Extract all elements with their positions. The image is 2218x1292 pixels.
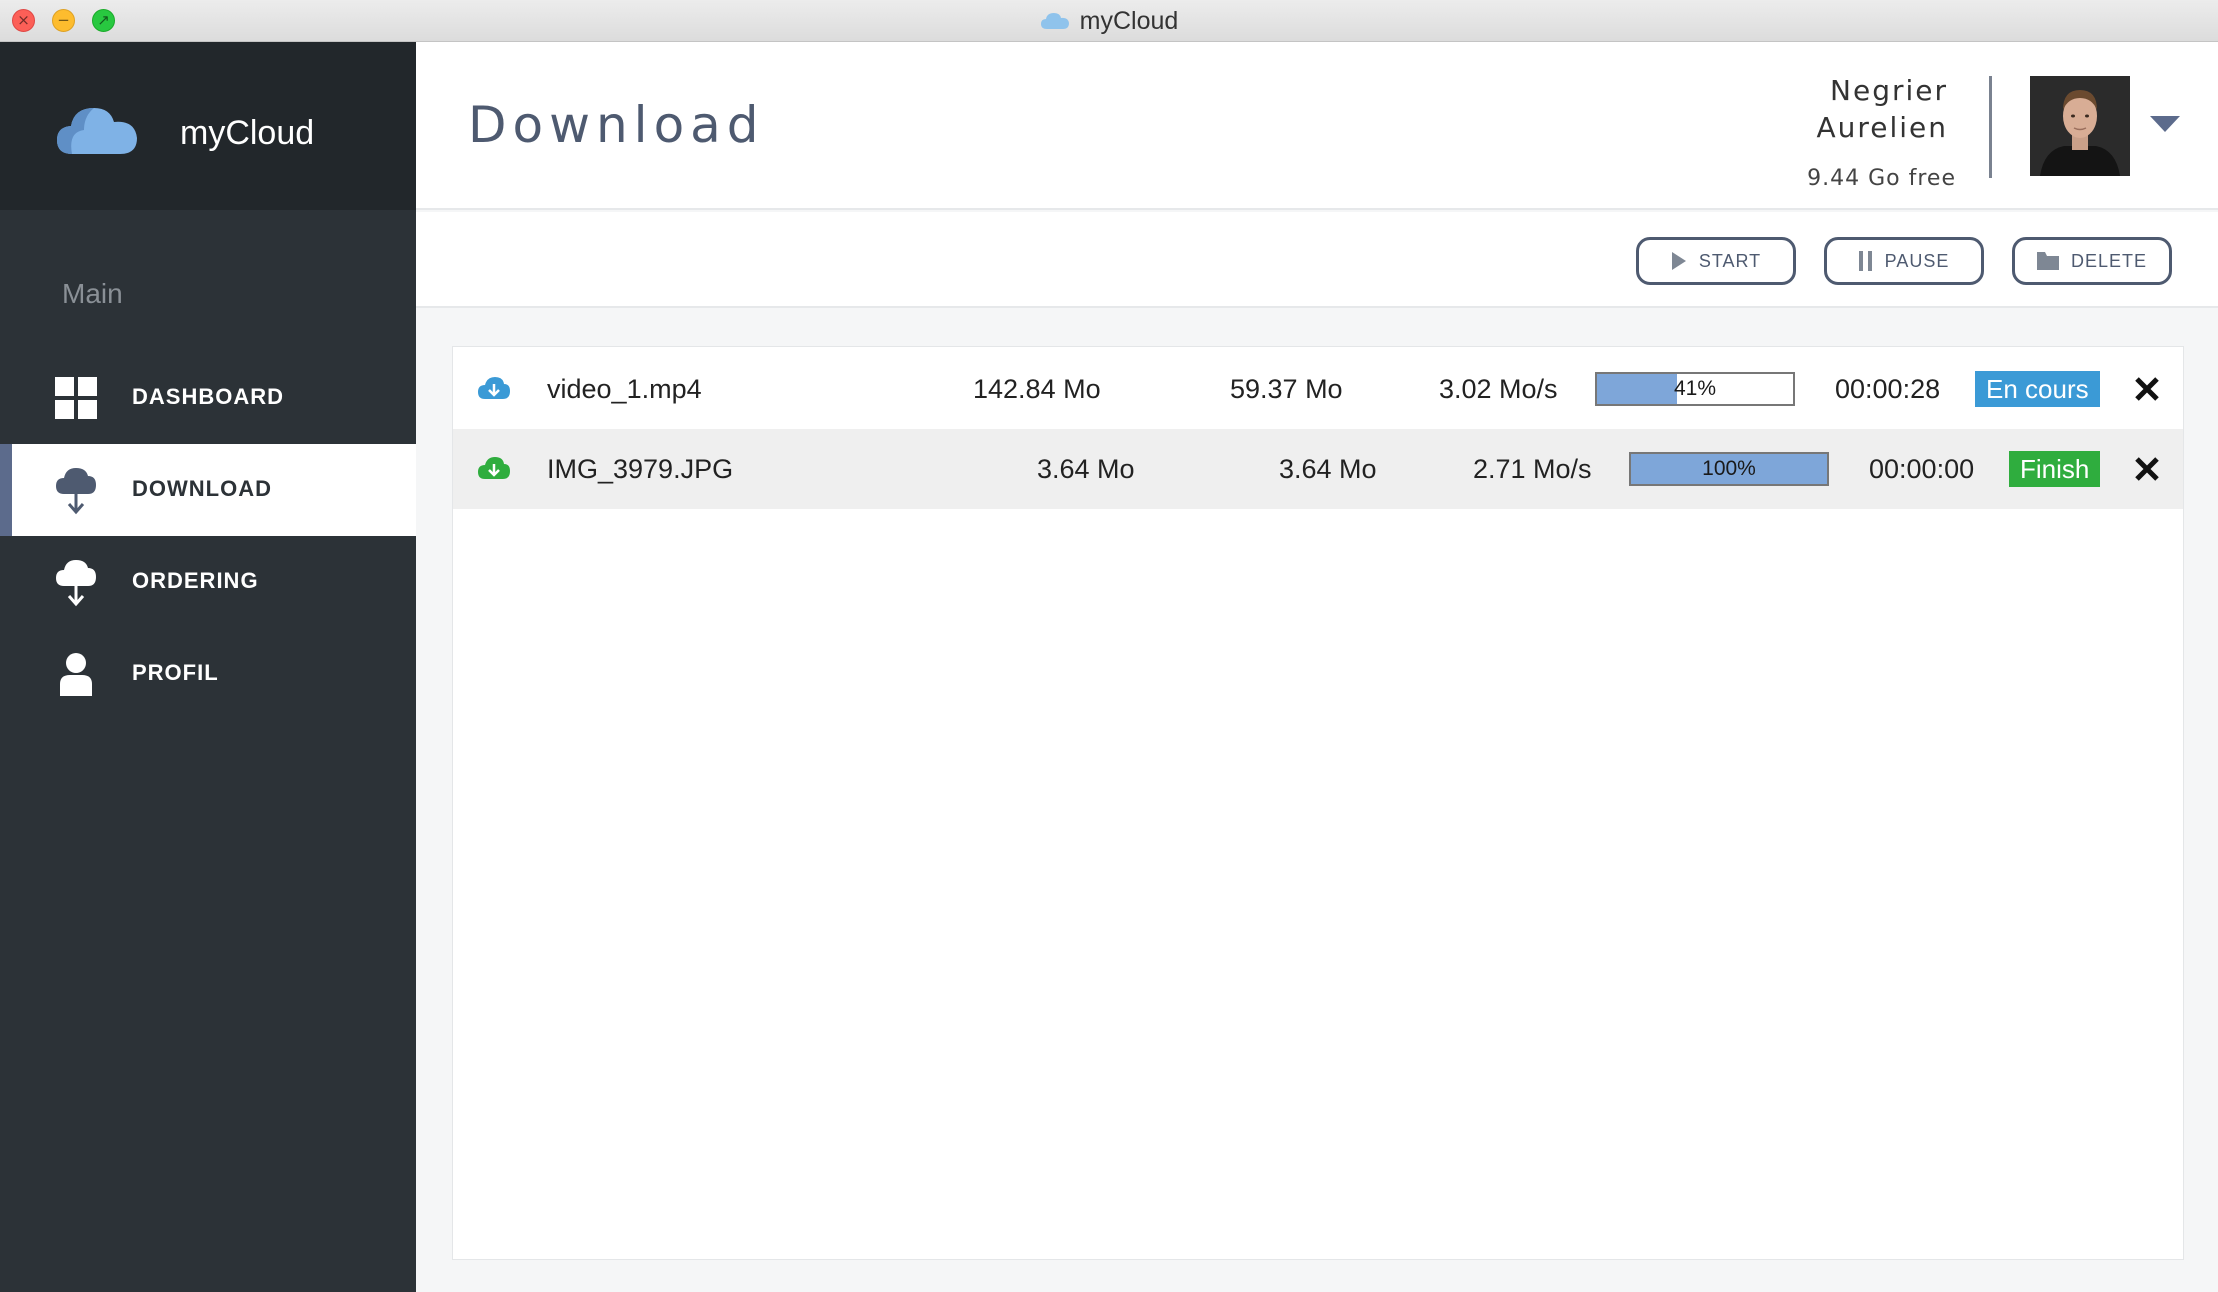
download-speed: 2.71 Mo/s bbox=[1473, 454, 1592, 484]
time-remaining: 00:00:00 bbox=[1869, 454, 1975, 484]
storage-free: 9.44 Go free bbox=[1807, 166, 1956, 191]
user-menu-dropdown[interactable] bbox=[2150, 116, 2180, 132]
remove-download-icon[interactable] bbox=[2129, 451, 2165, 487]
file-name: IMG_3979.JPG bbox=[547, 454, 734, 484]
time-remaining: 00:00:28 bbox=[1835, 374, 1941, 404]
sidebar-item-dashboard[interactable]: DASHBOARD bbox=[0, 352, 416, 444]
user-icon bbox=[54, 648, 98, 700]
user-first-name: Negrier bbox=[1830, 74, 1948, 107]
cloud-download-icon bbox=[54, 464, 98, 516]
header-divider bbox=[1989, 76, 1992, 178]
progress-label: 41% bbox=[1673, 377, 1717, 400]
pause-icon bbox=[1858, 251, 1872, 271]
user-name: Negrier Aurelien bbox=[1688, 72, 1948, 146]
cloud-download-icon bbox=[478, 377, 510, 399]
cloud-logo-icon bbox=[57, 108, 137, 154]
pause-button[interactable]: PAUSE bbox=[1824, 237, 1984, 285]
download-row[interactable]: video_1.mp4 142.84 Mo 59.37 Mo 3.02 Mo/s… bbox=[453, 349, 2183, 429]
sidebar-item-label: DOWNLOAD bbox=[132, 476, 272, 501]
file-size: 142.84 Mo bbox=[973, 374, 1101, 404]
cloud-download-icon bbox=[478, 457, 510, 479]
download-speed: 3.02 Mo/s bbox=[1439, 374, 1558, 404]
downloaded-size: 3.64 Mo bbox=[1279, 454, 1377, 484]
grid-icon bbox=[54, 372, 98, 424]
status-badge: Finish bbox=[2009, 451, 2101, 487]
download-row[interactable]: IMG_3979.JPG 3.64 Mo 3.64 Mo 2.71 Mo/s 1… bbox=[453, 429, 2183, 509]
progress-label: 100% bbox=[1702, 457, 1756, 480]
file-size: 3.64 Mo bbox=[1037, 454, 1135, 484]
brand-name: myCloud bbox=[180, 114, 315, 152]
avatar[interactable] bbox=[2030, 76, 2130, 176]
sidebar: myCloud Main DASHBOARD DOWNLOAD ORDERING… bbox=[0, 42, 416, 1292]
toolbar: START PAUSE DELETE bbox=[416, 212, 2218, 308]
file-name: video_1.mp4 bbox=[547, 374, 702, 404]
sidebar-item-label: PROFIL bbox=[132, 660, 219, 685]
sidebar-item-label: ORDERING bbox=[132, 568, 259, 593]
delete-button-label: DELETE bbox=[2070, 250, 2148, 271]
cloud-icon bbox=[1040, 13, 1069, 29]
downloaded-size: 59.37 Mo bbox=[1230, 374, 1343, 404]
sidebar-item-ordering[interactable]: ORDERING bbox=[0, 536, 416, 628]
sidebar-item-profil[interactable]: PROFIL bbox=[0, 628, 416, 720]
sidebar-item-label: DASHBOARD bbox=[132, 384, 284, 409]
remove-download-icon[interactable] bbox=[2129, 371, 2165, 407]
delete-button[interactable]: DELETE bbox=[2012, 237, 2172, 285]
window-titlebar: × − ↗ myCloud bbox=[0, 0, 2218, 42]
progress-bar: 41% bbox=[1595, 372, 1795, 406]
user-last-name: Aurelien bbox=[1816, 111, 1948, 144]
window-title: myCloud bbox=[0, 0, 2218, 42]
page-title: Download bbox=[468, 96, 765, 154]
progress-bar: 100% bbox=[1629, 452, 1829, 486]
section-title-main: Main bbox=[62, 278, 123, 309]
pause-button-label: PAUSE bbox=[1884, 250, 1950, 271]
cloud-upload-icon bbox=[54, 556, 98, 608]
start-button-label: START bbox=[1698, 250, 1762, 271]
brand: myCloud bbox=[0, 42, 416, 210]
start-button[interactable]: START bbox=[1636, 237, 1796, 285]
page-header: Download Negrier Aurelien 9.44 Go free bbox=[416, 42, 2218, 210]
sidebar-item-download[interactable]: DOWNLOAD bbox=[0, 444, 416, 536]
download-list: video_1.mp4 142.84 Mo 59.37 Mo 3.02 Mo/s… bbox=[452, 346, 2184, 1260]
folder-icon bbox=[2036, 252, 2059, 270]
status-badge: En cours bbox=[1975, 371, 2100, 407]
window-title-text: myCloud bbox=[1079, 6, 1179, 35]
play-icon bbox=[1671, 252, 1686, 270]
